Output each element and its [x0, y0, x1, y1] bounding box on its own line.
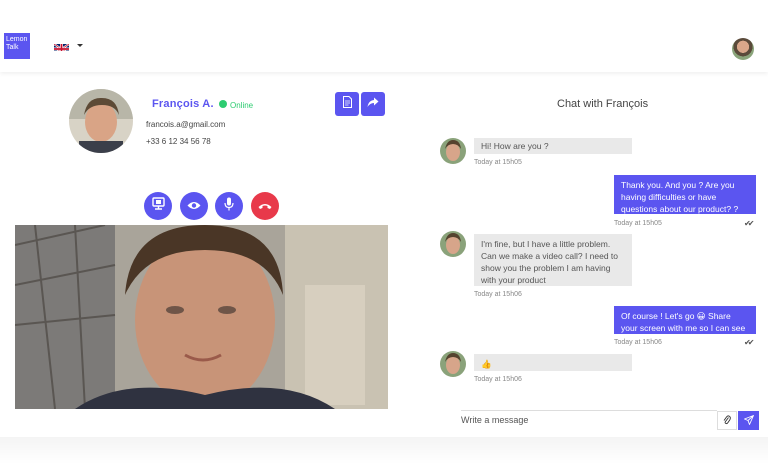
screen-share-icon — [151, 197, 165, 215]
message-timestamp: Today at 15h06 — [614, 339, 662, 346]
uk-flag-icon[interactable] — [54, 41, 69, 51]
contact-avatar — [440, 351, 466, 377]
contact-profile-photo — [69, 89, 133, 153]
online-status-dot — [219, 100, 227, 108]
app-logo[interactable]: Lemon Talk — [4, 33, 30, 59]
hang-up-button[interactable] — [251, 192, 279, 220]
chat-title: Chat with François — [557, 98, 649, 110]
contact-name: François A. — [152, 98, 214, 110]
message-timestamp: Today at 15h06 — [474, 291, 522, 298]
document-button[interactable] — [335, 92, 359, 116]
contact-avatar — [440, 138, 466, 164]
document-icon — [342, 95, 353, 113]
share-button[interactable] — [361, 92, 385, 116]
chevron-down-icon[interactable] — [77, 44, 83, 47]
status-label: Online — [230, 101, 254, 110]
read-receipt-icon: ✔✔ — [744, 338, 755, 347]
hang-up-icon — [258, 197, 272, 215]
screen-share-button[interactable] — [144, 192, 172, 220]
message-bubble-incoming: 👍 — [474, 354, 632, 371]
message-bubble-incoming: Hi! How are you ? — [474, 138, 632, 154]
page-bottom-edge — [0, 437, 768, 464]
contact-phone: +33 6 12 34 56 78 — [146, 137, 211, 146]
send-icon — [743, 412, 754, 430]
contact-email: francois.a@gmail.com — [146, 120, 226, 129]
message-bubble-incoming: I'm fine, but I have a little problem. C… — [474, 234, 632, 286]
composer-divider — [461, 410, 717, 411]
logo-line-1: Lemon — [6, 36, 28, 43]
user-avatar[interactable] — [732, 38, 754, 60]
contact-avatar — [440, 231, 466, 257]
camera-toggle-button[interactable] — [180, 192, 208, 220]
message-timestamp: Today at 15h05 — [614, 220, 662, 227]
message-timestamp: Today at 15h05 — [474, 159, 522, 166]
message-input[interactable] — [461, 412, 713, 428]
microphone-button[interactable] — [215, 192, 243, 220]
message-timestamp: Today at 15h06 — [474, 376, 522, 383]
share-icon — [367, 95, 379, 113]
eye-icon — [187, 197, 201, 215]
message-bubble-outgoing: Thank you. And you ? Are you having diff… — [614, 175, 756, 214]
video-feed — [15, 225, 388, 409]
microphone-icon — [224, 197, 234, 216]
read-receipt-icon: ✔✔ — [744, 219, 755, 228]
message-bubble-outgoing: Of course ! Let's go 😀 Share your screen… — [614, 306, 756, 345]
paperclip-icon — [723, 412, 731, 430]
logo-line-2: Talk — [6, 44, 19, 51]
send-button[interactable] — [738, 411, 759, 430]
attach-button[interactable] — [717, 411, 737, 430]
top-bar: Lemon Talk — [0, 0, 768, 72]
